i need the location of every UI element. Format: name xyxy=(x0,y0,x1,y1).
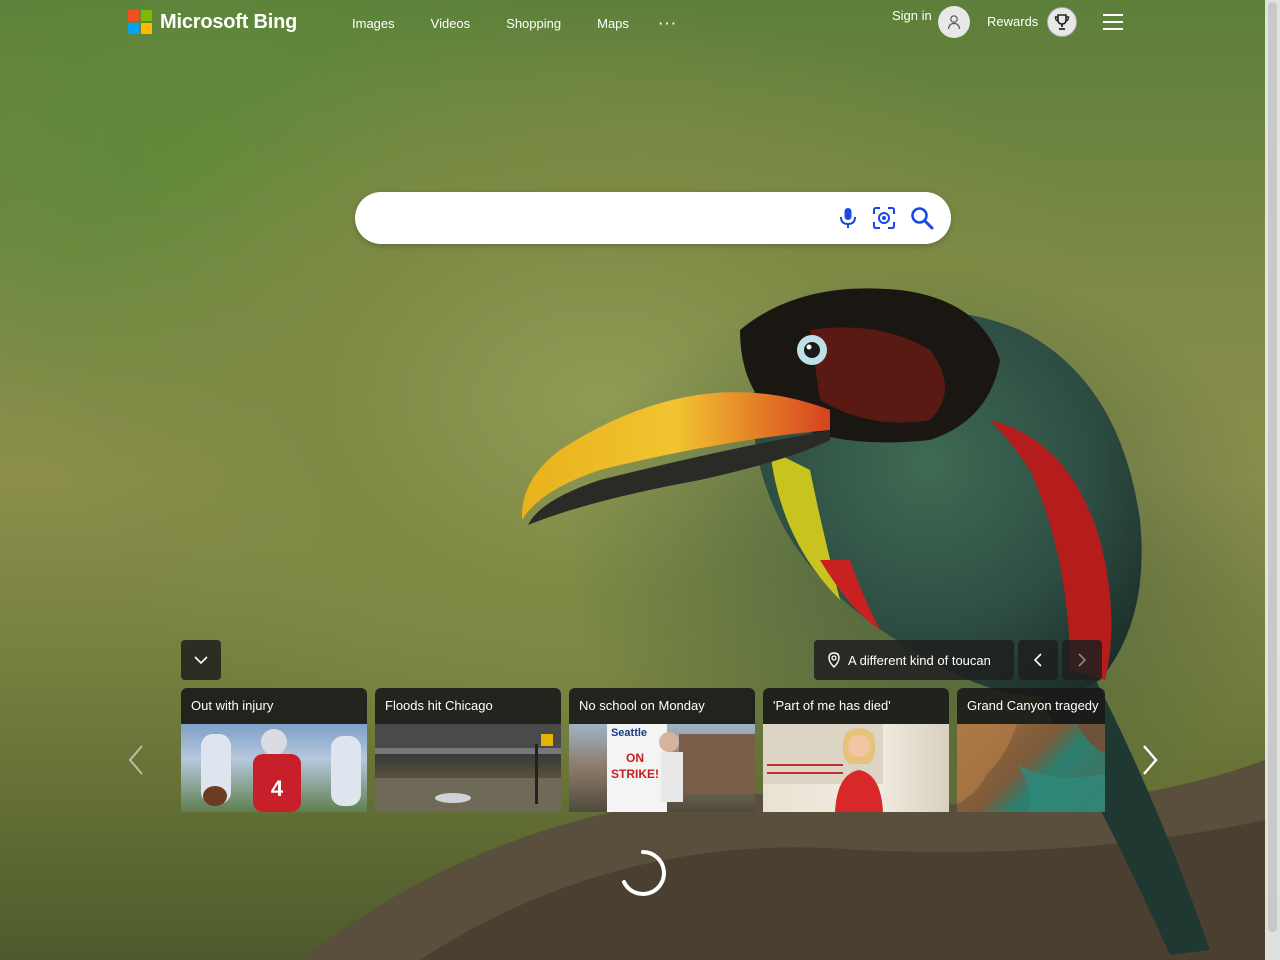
card-title: Out with injury xyxy=(181,688,367,724)
rewards-link[interactable]: Rewards xyxy=(987,14,1038,29)
logo-square-yellow xyxy=(141,23,152,34)
strike-sign-line2: ON xyxy=(626,751,644,765)
top-nav: Images Videos Shopping Maps ··· xyxy=(352,16,714,32)
chevron-right-icon xyxy=(1078,653,1087,667)
search-input[interactable] xyxy=(375,206,829,232)
microsoft-logo-icon xyxy=(128,10,152,34)
bing-logo[interactable]: Microsoft Bing xyxy=(128,10,297,34)
brand-name: Microsoft Bing xyxy=(160,10,298,33)
trending-card[interactable]: Grand Canyon tragedy xyxy=(957,688,1105,812)
card-title: 'Part of me has died' xyxy=(763,688,949,724)
strike-sign-line3: STRIKE! xyxy=(611,767,659,781)
image-title: A different kind of toucan xyxy=(848,652,991,668)
flood-photo xyxy=(375,724,561,812)
scrollbar-thumb[interactable] xyxy=(1268,2,1277,932)
celebrity-photo xyxy=(763,724,883,812)
trending-card[interactable]: No school on Monday Seattle ON STRIKE! xyxy=(569,688,755,812)
bing-homepage: Microsoft Bing Images Videos Shopping Ma… xyxy=(0,0,1280,960)
microphone-icon[interactable] xyxy=(835,205,861,231)
strike-photo: Seattle ON STRIKE! xyxy=(607,724,755,812)
search-box xyxy=(355,192,951,244)
logo-square-red xyxy=(128,10,139,21)
toucan-background-image xyxy=(300,288,1265,960)
menu-line xyxy=(1103,28,1123,30)
trending-card[interactable]: Out with injury 4 xyxy=(181,688,367,812)
image-info-button[interactable]: A different kind of toucan xyxy=(814,640,1014,680)
location-pin-icon xyxy=(828,652,840,668)
logo-square-blue xyxy=(128,23,139,34)
nav-shopping[interactable]: Shopping xyxy=(506,16,561,32)
card-image: 4 xyxy=(181,724,367,812)
card-image xyxy=(763,724,949,812)
nav-videos[interactable]: Videos xyxy=(431,16,471,32)
card-image xyxy=(375,724,561,812)
card-image: Seattle ON STRIKE! xyxy=(569,724,755,812)
chevron-down-icon xyxy=(194,656,208,665)
nav-images[interactable]: Images xyxy=(352,16,395,32)
menu-line xyxy=(1103,21,1123,23)
collapse-feed-button[interactable] xyxy=(181,640,221,680)
menu-line xyxy=(1103,14,1123,16)
user-icon xyxy=(947,15,961,30)
trophy-icon xyxy=(1054,14,1070,30)
trending-card[interactable]: Floods hit Chicago xyxy=(375,688,561,812)
previous-image-button[interactable] xyxy=(1018,640,1058,680)
card-image xyxy=(957,724,1105,812)
chevron-left-icon xyxy=(1033,653,1042,667)
visual-search-icon[interactable] xyxy=(871,205,897,231)
trending-card[interactable]: 'Part of me has died' xyxy=(763,688,949,812)
menu-button[interactable] xyxy=(1103,14,1123,30)
jersey-number: 4 xyxy=(271,776,284,801)
canyon-photo xyxy=(957,724,1105,812)
strike-sign-line1: Seattle xyxy=(611,727,647,739)
sign-in-link[interactable]: Sign in xyxy=(892,8,932,23)
nav-more-button[interactable]: ··· xyxy=(659,16,678,32)
card-title: No school on Monday xyxy=(569,688,755,724)
carousel-next-icon[interactable] xyxy=(1138,744,1162,776)
logo-square-green xyxy=(141,10,152,21)
card-title: Floods hit Chicago xyxy=(375,688,561,724)
football-photo: 4 xyxy=(201,729,361,812)
avatar[interactable] xyxy=(938,6,970,38)
card-title: Grand Canyon tragedy xyxy=(957,688,1105,724)
nav-maps[interactable]: Maps xyxy=(597,16,629,32)
loading-spinner-icon xyxy=(622,850,666,896)
rewards-trophy-button[interactable] xyxy=(1047,7,1077,37)
carousel-prev-icon[interactable] xyxy=(124,744,148,776)
search-icon[interactable] xyxy=(909,205,935,231)
vertical-scrollbar[interactable] xyxy=(1265,0,1280,960)
next-image-button[interactable] xyxy=(1062,640,1102,680)
